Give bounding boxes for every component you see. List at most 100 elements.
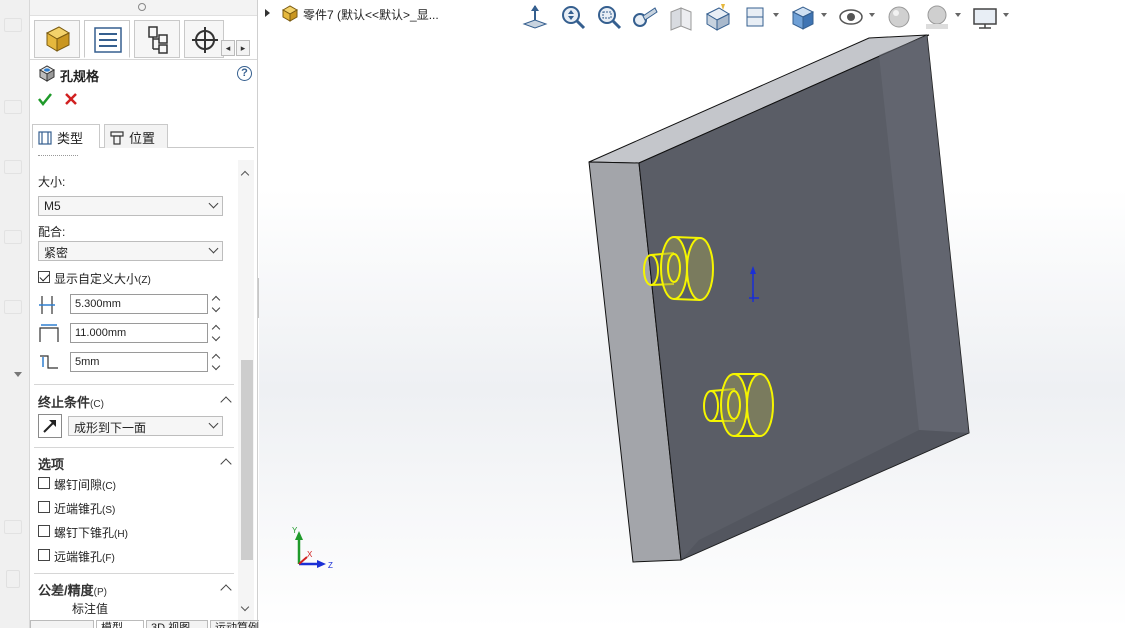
ghost-icon	[6, 570, 20, 588]
tab-dimxpert-manager[interactable]	[184, 20, 224, 58]
options-heading: 选项	[38, 457, 65, 472]
chevron-down-icon[interactable]	[1003, 13, 1009, 17]
view-settings-icon[interactable]	[971, 2, 999, 32]
zoom-area-icon[interactable]	[595, 2, 623, 32]
tab-position-label: 位置	[129, 131, 156, 146]
cancel-button[interactable]	[65, 93, 77, 105]
previous-view-icon[interactable]	[631, 2, 659, 32]
page-title: 孔规格	[60, 69, 100, 84]
ghost-icon	[4, 18, 22, 32]
collapse-icon[interactable]	[220, 584, 232, 596]
dynamic-annotation-icon[interactable]	[703, 2, 731, 32]
help-button[interactable]: ?	[237, 66, 252, 81]
view-normal-icon[interactable]	[521, 2, 549, 32]
tab-property-manager[interactable]	[84, 20, 130, 58]
tab-blank[interactable]	[30, 620, 94, 628]
configuration-manager-icon	[148, 26, 168, 54]
scroll-up-icon[interactable]	[240, 170, 250, 180]
spinner[interactable]	[211, 352, 221, 372]
custom-size-checkbox[interactable]	[38, 271, 50, 283]
panel-handle[interactable]	[30, 0, 257, 16]
feature-manager-tabs: ◂ ▸	[30, 18, 257, 60]
hide-show-icon[interactable]	[837, 2, 865, 32]
dimxpert-icon	[192, 27, 218, 53]
chevron-down-icon	[208, 243, 219, 254]
tab-position[interactable]: 位置	[104, 124, 168, 148]
tab-scroll-left-button[interactable]: ◂	[221, 40, 235, 56]
edit-appearance-icon[interactable]	[885, 2, 913, 32]
size-select[interactable]: M5	[38, 196, 223, 216]
view-orientation-icon[interactable]	[741, 2, 769, 32]
divider	[34, 573, 234, 574]
spinner[interactable]	[211, 323, 221, 343]
section-view-icon[interactable]	[667, 2, 695, 32]
part-model[interactable]	[259, 0, 1125, 628]
part-name-label: 零件7 (默认<<默认>_显...	[303, 8, 439, 22]
section-fragment	[38, 155, 78, 159]
reverse-direction-icon[interactable]	[38, 414, 62, 438]
screw-clearance-checkbox[interactable]	[38, 477, 50, 489]
fit-select[interactable]: 紧密	[38, 241, 223, 261]
end-condition-heading: 终止条件(C)	[38, 395, 104, 410]
bottom-tabs: 模型 3D 视图 运动算例1	[30, 620, 280, 628]
scrollbar[interactable]	[238, 160, 254, 622]
option-label: 螺钉间隙(C)	[54, 478, 116, 492]
option-label: 近端锥孔(S)	[54, 502, 116, 516]
collapse-icon[interactable]	[220, 396, 232, 408]
triad-y-label: Y	[292, 526, 298, 535]
far-side-countersink-checkbox[interactable]	[38, 549, 50, 561]
scroll-down-icon[interactable]	[240, 602, 250, 612]
counterbore-depth-icon	[40, 355, 58, 369]
chevron-down-icon[interactable]	[955, 13, 961, 17]
ghost-icon	[4, 160, 22, 174]
ghost-icon	[4, 300, 22, 314]
through-hole-diameter-icon	[39, 296, 55, 314]
chevron-down-icon[interactable]	[14, 372, 22, 377]
chevron-down-icon[interactable]	[773, 13, 779, 17]
ghost-icon	[4, 520, 22, 534]
tolerance-sub-label: 标注值	[72, 602, 109, 616]
size-label: 大小:	[38, 175, 66, 189]
hole-tabs: 类型 位置	[32, 124, 254, 148]
property-manager: ◂ ▸ 孔规格 ? 类型 位置 大小: M5 配合: 紧密 显示自定义大小(Z)…	[30, 0, 258, 628]
collapse-icon[interactable]	[220, 458, 232, 470]
tab-3d-view[interactable]: 3D 视图	[146, 620, 208, 628]
size-value: M5	[44, 199, 61, 213]
tab-scroll-right-button[interactable]: ▸	[236, 40, 250, 56]
apply-scene-icon[interactable]	[923, 2, 951, 32]
counterbore-diameter-input[interactable]: 11.000mm	[70, 323, 208, 343]
graphics-viewport[interactable]: 零件7 (默认<<默认>_显... Y Z X	[259, 0, 1125, 628]
under-head-countersink-checkbox[interactable]	[38, 525, 50, 537]
expand-icon[interactable]	[265, 9, 270, 17]
divider	[34, 384, 234, 385]
chevron-down-icon[interactable]	[869, 13, 875, 17]
tab-model[interactable]: 模型	[96, 620, 144, 628]
hole-wizard-icon	[38, 65, 56, 82]
tab-type[interactable]: 类型	[32, 124, 100, 148]
tab-feature-tree[interactable]	[34, 20, 80, 58]
triad-z-label: Z	[328, 561, 333, 570]
chevron-down-icon[interactable]	[821, 13, 827, 17]
display-style-icon[interactable]	[789, 2, 817, 32]
fit-value: 紧密	[44, 246, 69, 260]
spinner[interactable]	[211, 294, 221, 314]
pm-scroll-area[interactable]: 大小: M5 配合: 紧密 显示自定义大小(Z) 5.300mm 11.000m…	[30, 155, 257, 628]
zoom-to-fit-icon[interactable]	[559, 2, 587, 32]
custom-size-label: 显示自定义大小(Z)	[54, 272, 151, 286]
reference-triad: Y Z X	[292, 526, 333, 570]
through-hole-diameter-input[interactable]: 5.300mm	[70, 294, 208, 314]
end-condition-select[interactable]: 成形到下一面	[68, 416, 223, 436]
option-label: 远端锥孔(F)	[54, 550, 115, 564]
scroll-thumb[interactable]	[241, 360, 253, 560]
tab-configuration-manager[interactable]	[134, 20, 180, 58]
left-toolbar-strip	[0, 0, 30, 628]
tolerance-heading: 公差/精度(P)	[38, 583, 107, 598]
ok-button[interactable]	[38, 92, 52, 106]
part-icon	[281, 5, 299, 22]
heads-up-toolbar	[521, 0, 1041, 34]
ghost-icon	[4, 230, 22, 244]
counterbore-depth-input[interactable]: 5mm	[70, 352, 208, 372]
position-icon	[110, 131, 124, 145]
counterbore-diameter-icon	[39, 324, 59, 342]
near-side-countersink-checkbox[interactable]	[38, 501, 50, 513]
